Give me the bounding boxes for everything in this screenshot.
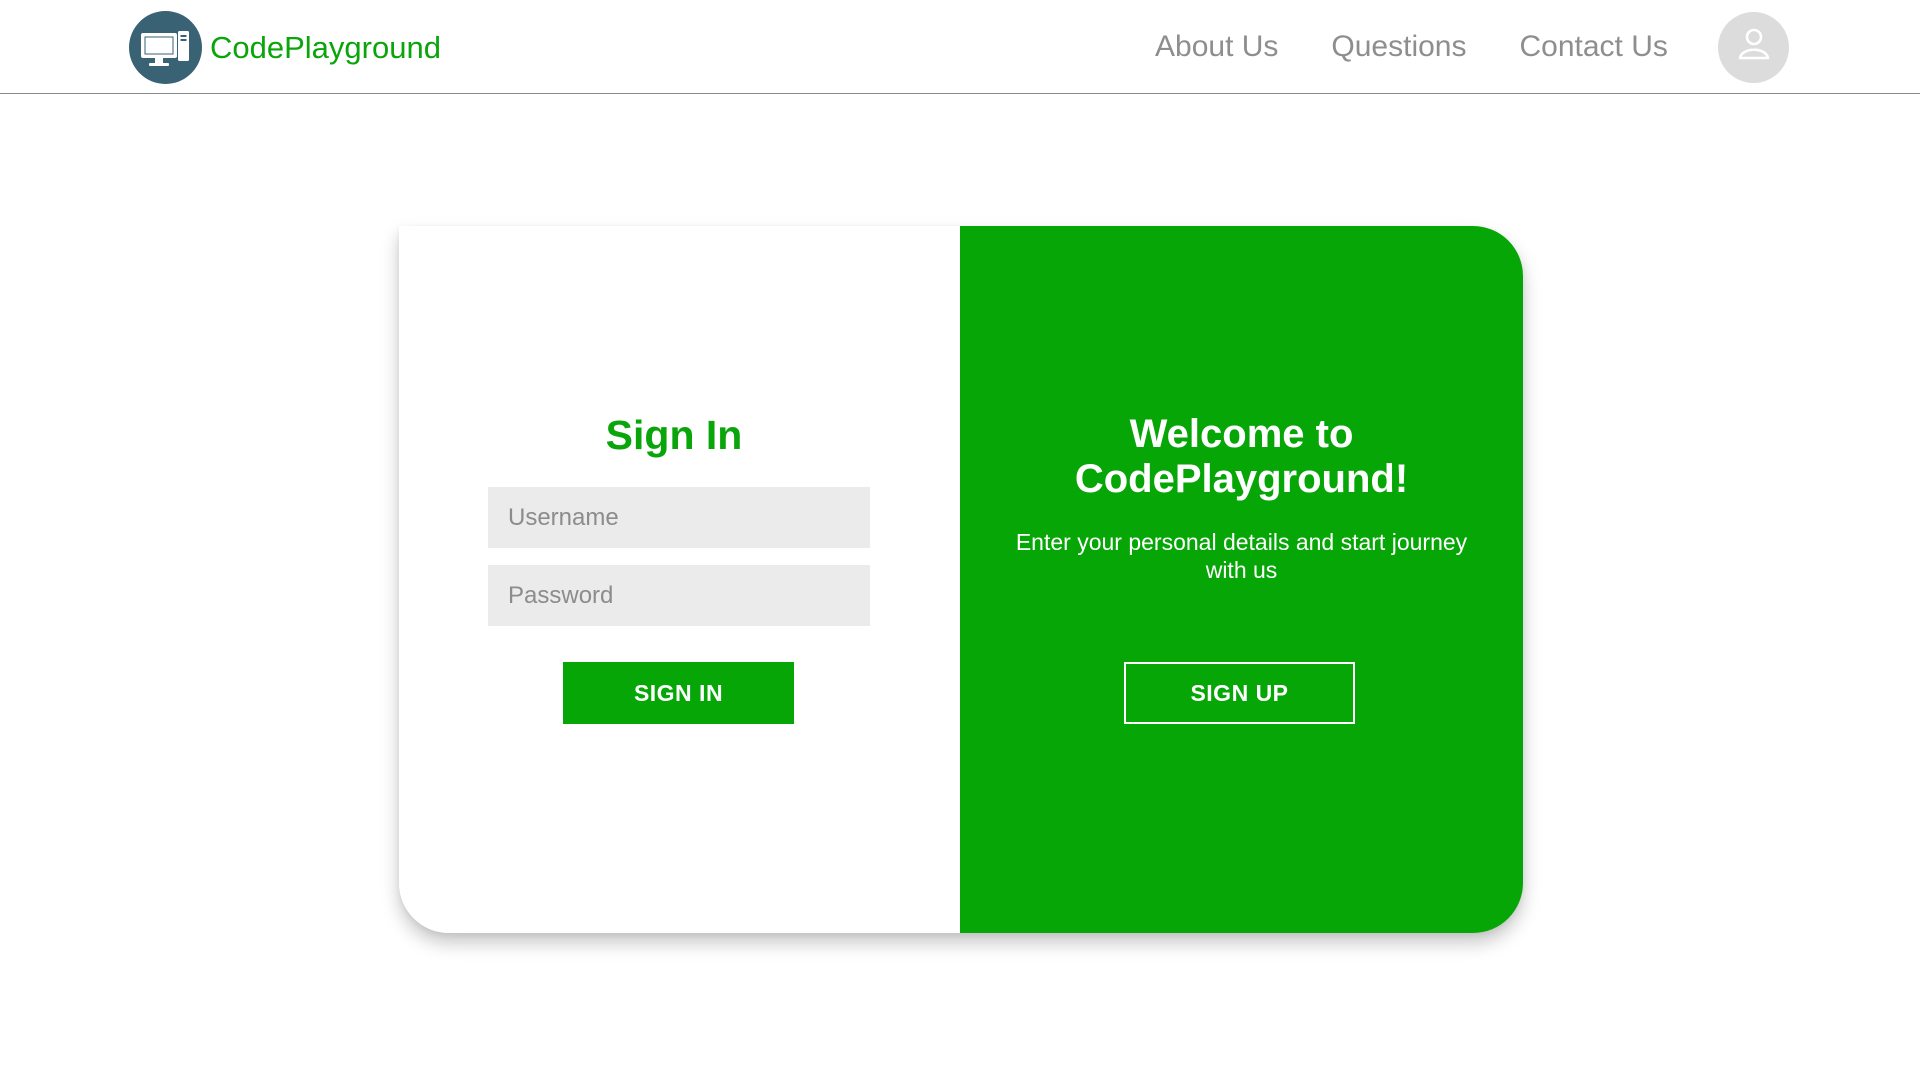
welcome-text: Enter your personal details and start jo… — [1015, 529, 1468, 583]
user-avatar-button[interactable] — [1718, 12, 1789, 83]
brand-home-link[interactable]: CodePlayground — [129, 11, 441, 84]
main-nav: About Us Questions Contact Us — [1155, 0, 1721, 94]
auth-card: Sign In SIGN IN Welcome to CodePlaygroun… — [399, 226, 1523, 933]
password-input[interactable] — [488, 565, 870, 626]
user-icon — [1734, 25, 1774, 70]
nav-link-contact-us[interactable]: Contact Us — [1519, 30, 1667, 64]
top-navbar: CodePlayground About Us Questions Contac… — [0, 0, 1920, 94]
sign-up-button[interactable]: SIGN UP — [1124, 662, 1355, 724]
signin-title: Sign In — [605, 412, 743, 458]
nav-link-questions[interactable]: Questions — [1331, 30, 1466, 64]
computer-monitor-icon — [129, 11, 202, 84]
brand-name: CodePlayground — [210, 29, 441, 65]
signin-panel: Sign In SIGN IN — [399, 226, 960, 933]
welcome-title: Welcome to CodePlayground! — [1074, 412, 1409, 501]
nav-link-about-us[interactable]: About Us — [1155, 30, 1278, 64]
welcome-panel: Welcome to CodePlayground! Enter your pe… — [960, 226, 1523, 933]
sign-in-button[interactable]: SIGN IN — [563, 662, 794, 724]
username-input[interactable] — [488, 487, 870, 548]
